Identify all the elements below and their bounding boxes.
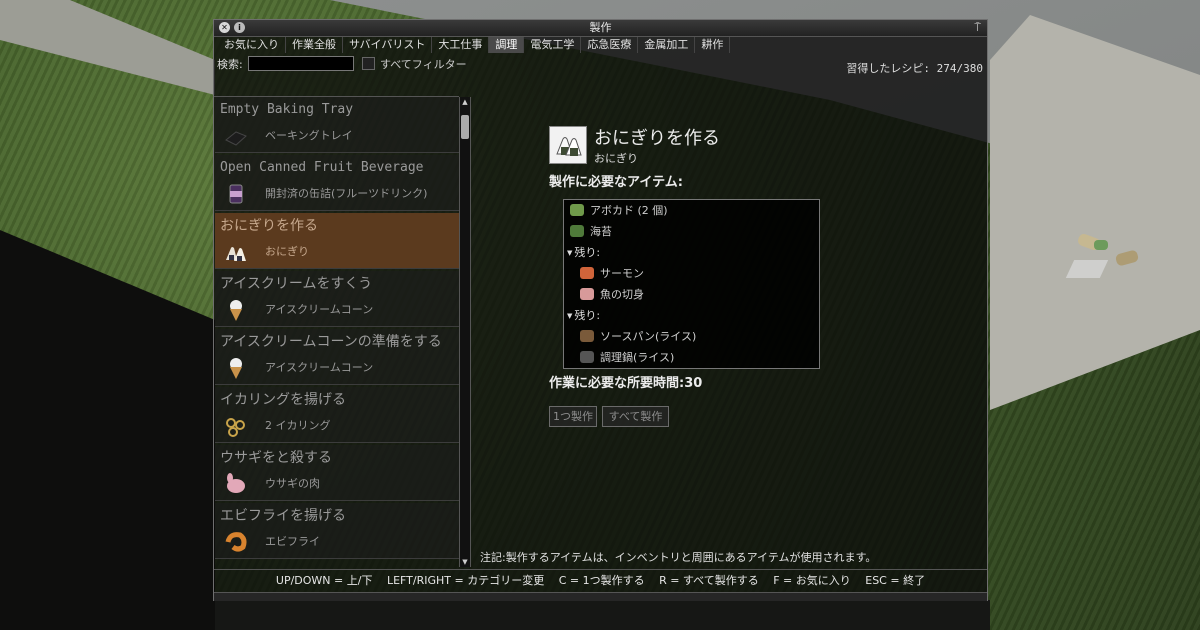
rabbit-meat-icon xyxy=(223,472,249,496)
search-label: 検索: xyxy=(217,58,243,71)
recipe-name: ウサギをと殺する xyxy=(220,450,332,466)
recipe-result-name: アイスクリームコーン xyxy=(265,303,374,316)
expand-arrow-icon[interactable]: ▼ xyxy=(567,243,572,264)
fried-shrimp-icon xyxy=(223,530,249,554)
learned-recipes-count: 習得したレシピ: 274/380 xyxy=(846,62,983,75)
recipe-name: アイスクリームコーンの準備をする xyxy=(220,334,442,350)
required-item-label: 魚の切身 xyxy=(600,288,644,301)
recipe-list-scrollbar[interactable]: ▲ ▼ xyxy=(459,97,471,567)
required-item-label: アボカド (2 個) xyxy=(590,204,668,217)
recipe-name: Empty Baking Tray xyxy=(220,102,354,117)
required-group-header: ▼ 残り: xyxy=(567,242,600,263)
required-group-header: ▼ 残り: xyxy=(567,305,600,326)
window-title: 製作 xyxy=(589,21,612,34)
recipe-result-name: ベーキングトレイ xyxy=(265,129,353,142)
recipe-list-item[interactable]: アイスクリームをすくうアイスクリームコーン xyxy=(215,271,459,327)
baking-tray-icon xyxy=(223,124,249,148)
search-input[interactable] xyxy=(248,56,354,71)
tab-2[interactable]: サバイバリスト xyxy=(343,37,433,53)
recipe-name: おにぎりを作る xyxy=(220,218,318,234)
recipe-result-name: ウサギの肉 xyxy=(265,477,320,490)
resize-bar[interactable] xyxy=(214,592,987,601)
squid-rings-icon xyxy=(223,414,249,438)
footer-note: 注記:製作するアイテムは、インベントリと周囲にあるアイテムが使用されます。 xyxy=(480,551,877,564)
tab-5[interactable]: 電気工学 xyxy=(524,37,582,53)
scroll-down-icon[interactable]: ▼ xyxy=(460,557,470,567)
recipe-title: おにぎりを作る xyxy=(594,128,720,149)
tab-3[interactable]: 大工仕事 xyxy=(432,37,490,53)
required-item-label: サーモン xyxy=(600,267,644,280)
title-bar[interactable]: 製作 ✕ i ⍑ xyxy=(214,20,987,37)
dropped-items[interactable] xyxy=(1065,232,1150,282)
pin-icon[interactable]: ⍑ xyxy=(974,21,981,35)
recipe-list-item[interactable]: エビフライを揚げるエビフライ xyxy=(215,503,459,559)
close-icon[interactable]: ✕ xyxy=(219,22,230,33)
saucepan-icon xyxy=(580,330,594,342)
cooking-pot-icon xyxy=(580,351,594,363)
craft-time: 作業に必要な所要時間:30 xyxy=(549,376,703,391)
craft-all-button[interactable]: すべて製作 xyxy=(602,406,669,427)
recipe-list: Empty Baking Tray ベーキングトレイ Open Canned Fru… xyxy=(214,96,459,567)
filter-all-label: すべてフィルター xyxy=(380,58,467,71)
crafting-window: 製作 ✕ i ⍑ お気に入り 作業全般 サバイバリスト 大工仕事 調理 電気工学 応急医療金… xyxy=(213,19,988,601)
required-group-label: 残り: xyxy=(574,246,601,259)
recipe-result-name: おにぎり xyxy=(265,245,309,258)
required-items-list: アボカド (2 個) 海苔 ▼ 残り: サーモン 魚の切身 ▼ 残り: ソースパン(ライス) 調理… xyxy=(563,199,820,369)
info-icon[interactable]: i xyxy=(234,22,245,33)
required-group-label: 残り: xyxy=(574,309,601,322)
recipe-name: Open Canned Fruit Beverage xyxy=(220,160,424,175)
category-tabs: お気に入り 作業全般 サバイバリスト 大工仕事 調理 電気工学 応急医療 金属加工 耕作 xyxy=(218,37,731,53)
recipe-result: おにぎり xyxy=(594,152,638,165)
onigiri-icon xyxy=(223,240,249,264)
canned-drink-icon xyxy=(223,182,249,206)
onigiri-icon xyxy=(549,126,587,164)
recipe-list-item[interactable]: おにぎりを作るおにぎり xyxy=(215,213,459,269)
filter-all-checkbox[interactable] xyxy=(362,57,375,70)
recipe-name: アイスクリームをすくう xyxy=(220,276,373,292)
seaweed-icon xyxy=(570,225,584,237)
tab-8[interactable]: 耕作 xyxy=(695,37,731,53)
craft-one-button[interactable]: 1つ製作 xyxy=(549,406,597,427)
recipe-list-item[interactable]: Open Canned Fruit Beverage 開封済の缶詰(フルーツドリン… xyxy=(215,155,459,211)
recipe-result-name: アイスクリームコーン xyxy=(265,361,374,374)
tab-6[interactable]: 応急医療 xyxy=(581,37,639,53)
required-items-heading: 製作に必要なアイテム: xyxy=(549,175,683,190)
recipe-list-item[interactable]: Empty Baking Tray ベーキングトレイ xyxy=(215,97,459,153)
recipe-list-item[interactable]: アイスクリームコーンの準備をするアイスクリームコーン xyxy=(215,329,459,385)
scroll-up-icon[interactable]: ▲ xyxy=(460,97,470,107)
recipe-list-item[interactable]: イカリングを揚げる 2 イカリング xyxy=(215,387,459,443)
ice-cream-cone-icon xyxy=(223,356,249,380)
tab-7[interactable]: 金属加工 xyxy=(638,37,696,53)
required-item-label: 海苔 xyxy=(590,225,612,238)
required-item-label: ソースパン(ライス) xyxy=(600,330,697,343)
tab-1[interactable]: 作業全般 xyxy=(286,37,343,53)
recipe-name: イカリングを揚げる xyxy=(220,392,346,408)
scrollbar-thumb[interactable] xyxy=(461,115,469,139)
required-item-label: 調理鍋(ライス) xyxy=(600,351,675,364)
tab-0[interactable]: お気に入り xyxy=(218,37,286,53)
avocado-icon xyxy=(570,204,584,216)
fish-fillet-icon xyxy=(580,288,594,300)
salmon-icon xyxy=(580,267,594,279)
recipe-name: エビフライを揚げる xyxy=(220,508,346,524)
recipe-result-name: 開封済の缶詰(フルーツドリンク) xyxy=(265,187,428,200)
recipe-list-item[interactable]: ウサギをと殺するウサギの肉 xyxy=(215,445,459,501)
expand-arrow-icon[interactable]: ▼ xyxy=(567,306,572,327)
ice-cream-cone-icon xyxy=(223,298,249,322)
recipe-result-name: 2 イカリング xyxy=(265,419,331,432)
keyboard-hints: UP/DOWN = 上/下 LEFT/RIGHT = カテゴリー変更 C = 1… xyxy=(214,569,987,592)
recipe-result-name: エビフライ xyxy=(265,535,320,548)
tab-4[interactable]: 調理 xyxy=(489,37,525,53)
